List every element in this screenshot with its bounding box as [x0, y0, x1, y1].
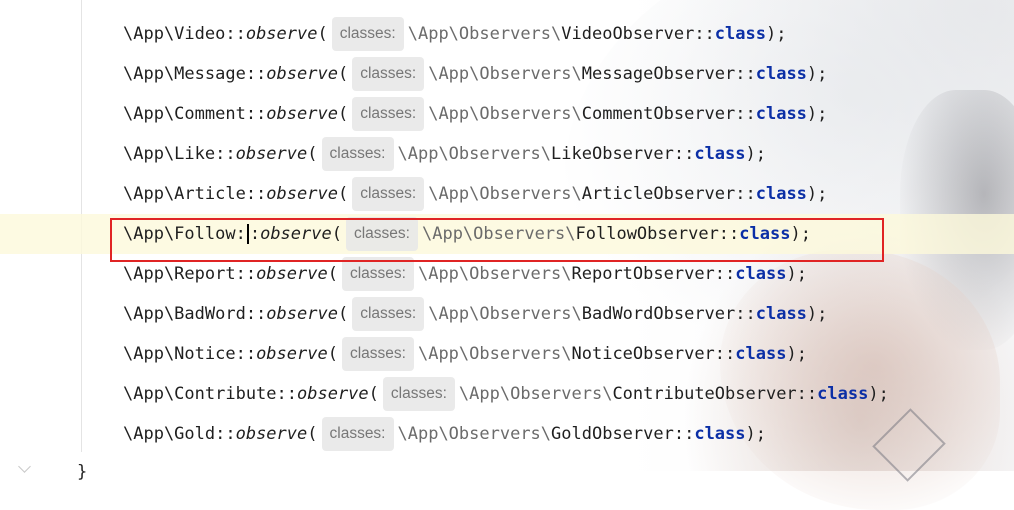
- class-keyword: class: [755, 184, 807, 204]
- observer-name: BadWordObserver::: [581, 304, 756, 324]
- namespace: \App\Observers\: [397, 144, 552, 164]
- line-end: );: [765, 24, 787, 44]
- observer-name: CommentObserver::: [581, 104, 756, 124]
- open-paren: (: [337, 104, 349, 124]
- code-line-comment[interactable]: \App\Comment::observe(classes: \App\Obser…: [123, 94, 827, 134]
- class-keyword: class: [735, 344, 787, 364]
- line-end: );: [806, 304, 828, 324]
- parameter-hint: classes:: [352, 297, 425, 331]
- method-name: observe: [297, 384, 369, 404]
- open-paren: (: [337, 304, 349, 324]
- open-paren: (: [307, 144, 318, 164]
- line-end: );: [786, 264, 807, 284]
- line-end: );: [868, 384, 889, 404]
- class-keyword: class: [755, 64, 807, 84]
- code-line-notice[interactable]: \App\Notice::observe(classes: \App\Observ…: [123, 334, 807, 374]
- parameter-hint: classes:: [331, 17, 404, 51]
- namespace: \App\Observers\: [417, 264, 572, 284]
- class-ref: \App\Like::: [123, 144, 236, 164]
- line-end: );: [806, 104, 828, 124]
- method-name: observe: [266, 184, 338, 204]
- method-name: observe: [256, 264, 328, 284]
- class-ref: \App\Contribute::: [123, 384, 297, 404]
- line-end: );: [806, 64, 828, 84]
- class-keyword: class: [694, 144, 746, 164]
- method-name: observe: [266, 104, 338, 124]
- namespace: \App\Observers\: [397, 424, 552, 444]
- open-paren: (: [327, 344, 338, 364]
- observer-name: NoticeObserver::: [571, 344, 736, 364]
- namespace: \App\Observers\: [458, 384, 613, 404]
- observer-name: ContributeObserver::: [612, 384, 818, 404]
- open-paren: (: [368, 384, 379, 404]
- parameter-hint: classes:: [321, 137, 394, 171]
- class-keyword: class: [817, 384, 869, 404]
- code-line-badword[interactable]: \App\BadWord::observe(classes: \App\Obser…: [123, 294, 827, 334]
- namespace: \App\Observers\: [428, 304, 582, 324]
- parameter-hint: classes:: [321, 417, 394, 451]
- class-keyword: class: [735, 264, 787, 284]
- code-line-contribute[interactable]: \App\Contribute::observe(classes: \App\Ob…: [123, 374, 889, 414]
- observer-name: ReportObserver::: [571, 264, 736, 284]
- closing-brace: }: [77, 462, 88, 482]
- method-name: observe: [245, 24, 318, 44]
- parameter-hint: classes:: [341, 257, 414, 291]
- class-ref: \App\BadWord::: [123, 304, 267, 324]
- code-line-article[interactable]: \App\Article::observe(classes: \App\Obser…: [123, 174, 827, 214]
- open-paren: (: [307, 424, 318, 444]
- code-line-video[interactable]: \App\Video::observe(classes: \App\Observe…: [123, 14, 786, 54]
- namespace: \App\Observers\: [428, 184, 582, 204]
- method-name: observe: [266, 64, 338, 84]
- line-end: );: [745, 424, 766, 444]
- parameter-hint: classes:: [352, 97, 425, 131]
- selection-highlight-box: [110, 218, 884, 262]
- code-line-like[interactable]: \App\Like::observe(classes: \App\Observer…: [123, 134, 766, 174]
- code-line-message[interactable]: \App\Message::observe(classes: \App\Obser…: [123, 54, 827, 94]
- method-name: observe: [235, 424, 308, 444]
- observer-name: GoldObserver::: [551, 424, 695, 444]
- class-ref: \App\Video::: [123, 24, 246, 44]
- open-paren: (: [337, 184, 349, 204]
- class-keyword: class: [694, 424, 746, 444]
- class-ref: \App\Gold::: [123, 424, 236, 444]
- class-keyword: class: [714, 24, 766, 44]
- parameter-hint: classes:: [352, 177, 425, 211]
- class-ref: \App\Notice::: [123, 344, 257, 364]
- namespace: \App\Observers\: [407, 24, 562, 44]
- method-name: observe: [235, 144, 308, 164]
- observer-name: VideoObserver::: [561, 24, 715, 44]
- code-line-gold[interactable]: \App\Gold::observe(classes: \App\Observer…: [123, 414, 766, 454]
- method-name: observe: [256, 344, 328, 364]
- namespace: \App\Observers\: [428, 104, 582, 124]
- parameter-hint: classes:: [382, 377, 455, 411]
- observer-name: LikeObserver::: [551, 144, 695, 164]
- observer-name: ArticleObserver::: [581, 184, 756, 204]
- line-end: );: [786, 344, 807, 364]
- line-end: );: [745, 144, 766, 164]
- parameter-hint: classes:: [341, 337, 414, 371]
- open-paren: (: [337, 64, 349, 84]
- class-ref: \App\Report::: [123, 264, 257, 284]
- class-ref: \App\Article::: [123, 184, 267, 204]
- namespace: \App\Observers\: [428, 64, 582, 84]
- parameter-hint: classes:: [352, 57, 425, 91]
- namespace: \App\Observers\: [417, 344, 572, 364]
- class-keyword: class: [755, 104, 807, 124]
- class-ref: \App\Comment::: [123, 104, 267, 124]
- code-editor[interactable]: \App\Video::observe(classes: \App\Observe…: [0, 0, 1014, 482]
- open-paren: (: [317, 24, 328, 44]
- class-ref: \App\Message::: [123, 64, 267, 84]
- observer-name: MessageObserver::: [581, 64, 756, 84]
- open-paren: (: [327, 264, 338, 284]
- class-keyword: class: [755, 304, 807, 324]
- line-end: );: [806, 184, 828, 204]
- method-name: observe: [266, 304, 338, 324]
